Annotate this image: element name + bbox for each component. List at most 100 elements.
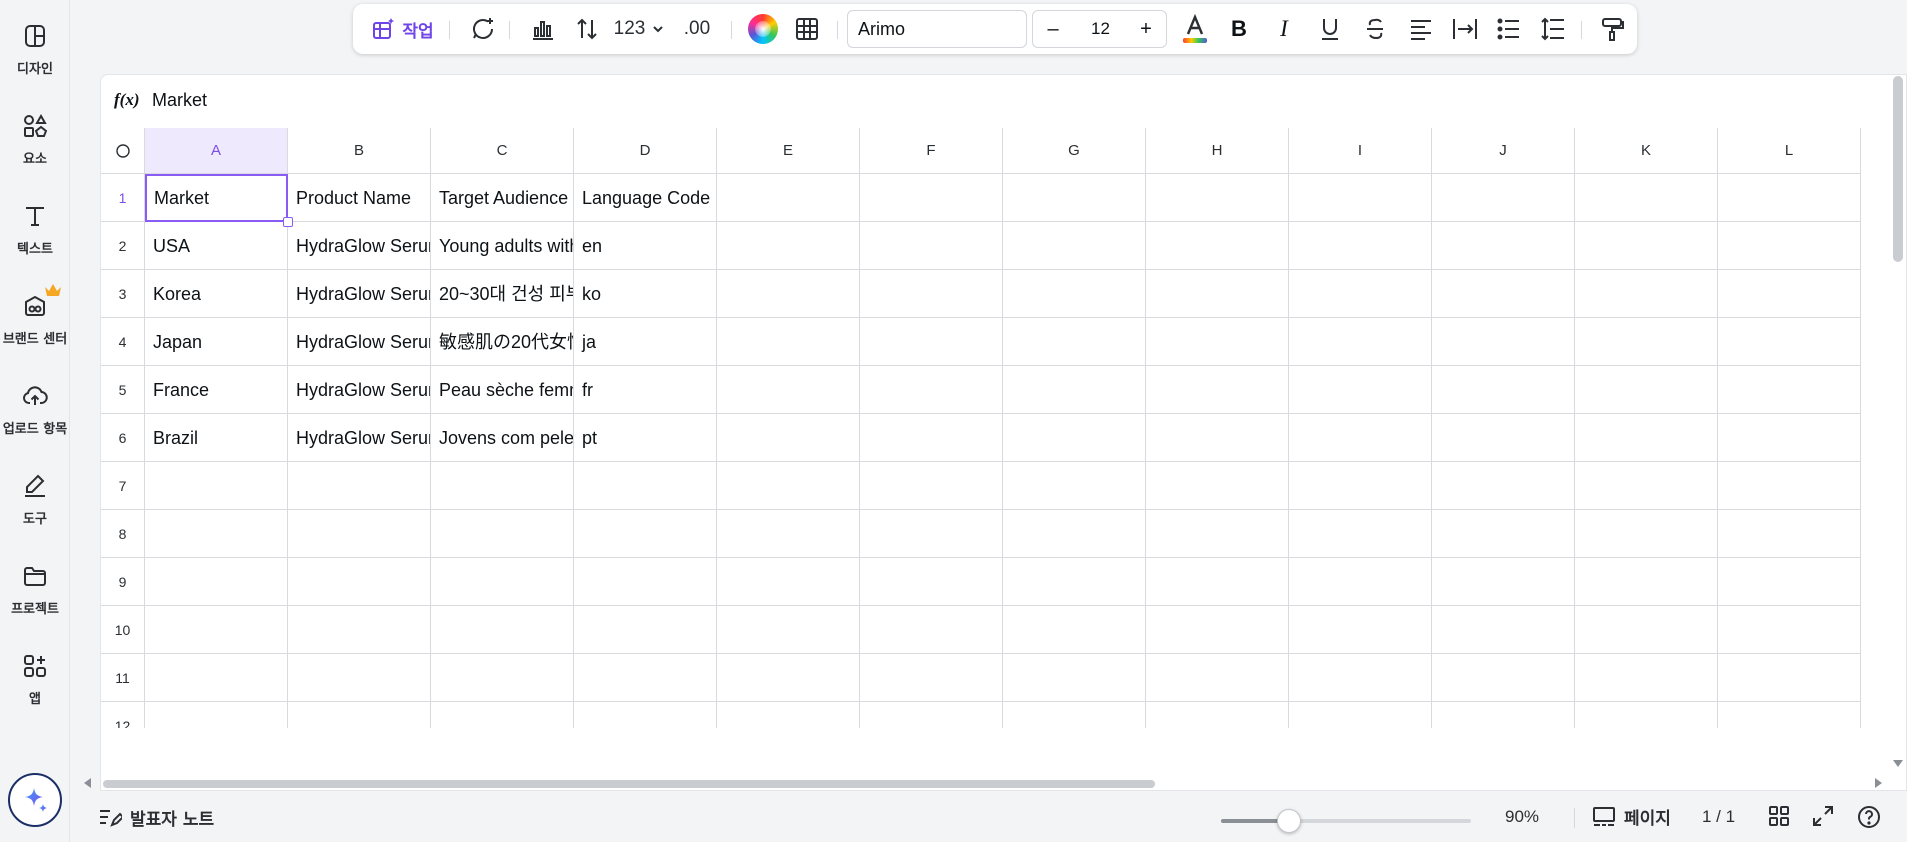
- fullscreen-icon[interactable]: [1812, 805, 1834, 827]
- cell-h8[interactable]: [1146, 510, 1289, 558]
- cell-c11[interactable]: [431, 654, 574, 702]
- cell-c4[interactable]: 敏感肌の20代女性: [431, 318, 574, 366]
- column-header-c[interactable]: C: [431, 128, 574, 174]
- column-header-h[interactable]: H: [1146, 128, 1289, 174]
- cell-l2[interactable]: [1718, 222, 1861, 270]
- cell-l1[interactable]: [1718, 174, 1861, 222]
- cell-d6[interactable]: pt: [574, 414, 717, 462]
- row-header-2[interactable]: 2: [101, 222, 145, 270]
- cell-j9[interactable]: [1432, 558, 1575, 606]
- cell-a12[interactable]: [145, 702, 288, 728]
- grid-view-icon[interactable]: [1768, 805, 1790, 827]
- cell-a6[interactable]: Brazil: [145, 414, 288, 462]
- cell-a9[interactable]: [145, 558, 288, 606]
- increase-font-size-button[interactable]: +: [1126, 11, 1166, 47]
- sidebar-item-draw[interactable]: 도구: [0, 450, 70, 530]
- cell-d10[interactable]: [574, 606, 717, 654]
- cell-j6[interactable]: [1432, 414, 1575, 462]
- cell-l6[interactable]: [1718, 414, 1861, 462]
- cell-h5[interactable]: [1146, 366, 1289, 414]
- cell-j1[interactable]: [1432, 174, 1575, 222]
- strikethrough-button[interactable]: [1355, 4, 1395, 54]
- cell-g12[interactable]: [1003, 702, 1146, 728]
- comment-button[interactable]: [463, 4, 503, 54]
- align-button[interactable]: [1401, 4, 1441, 54]
- cell-f4[interactable]: [860, 318, 1003, 366]
- format-painter-button[interactable]: [1593, 4, 1633, 54]
- row-header-11[interactable]: 11: [101, 654, 145, 702]
- cell-i7[interactable]: [1289, 462, 1432, 510]
- cell-k10[interactable]: [1575, 606, 1718, 654]
- cell-b10[interactable]: [288, 606, 431, 654]
- cell-a5[interactable]: France: [145, 366, 288, 414]
- cell-i12[interactable]: [1289, 702, 1432, 728]
- sort-button[interactable]: [567, 4, 607, 54]
- row-header-5[interactable]: 5: [101, 366, 145, 414]
- table-border-button[interactable]: [787, 4, 827, 54]
- cell-j7[interactable]: [1432, 462, 1575, 510]
- cell-g11[interactable]: [1003, 654, 1146, 702]
- cell-h6[interactable]: [1146, 414, 1289, 462]
- cell-c5[interactable]: Peau sèche femm: [431, 366, 574, 414]
- cell-i4[interactable]: [1289, 318, 1432, 366]
- cell-h11[interactable]: [1146, 654, 1289, 702]
- row-header-9[interactable]: 9: [101, 558, 145, 606]
- scroll-right-arrow-icon[interactable]: [1875, 778, 1882, 788]
- cell-l7[interactable]: [1718, 462, 1861, 510]
- cell-e3[interactable]: [717, 270, 860, 318]
- row-header-7[interactable]: 7: [101, 462, 145, 510]
- select-all-button[interactable]: [101, 128, 145, 174]
- cell-k3[interactable]: [1575, 270, 1718, 318]
- text-color-button[interactable]: [1175, 4, 1215, 54]
- cell-c12[interactable]: [431, 702, 574, 728]
- cell-g4[interactable]: [1003, 318, 1146, 366]
- cell-h3[interactable]: [1146, 270, 1289, 318]
- cell-h10[interactable]: [1146, 606, 1289, 654]
- column-header-l[interactable]: L: [1718, 128, 1861, 174]
- cell-d11[interactable]: [574, 654, 717, 702]
- row-header-8[interactable]: 8: [101, 510, 145, 558]
- cell-l3[interactable]: [1718, 270, 1861, 318]
- column-header-d[interactable]: D: [574, 128, 717, 174]
- cell-f3[interactable]: [860, 270, 1003, 318]
- cell-h9[interactable]: [1146, 558, 1289, 606]
- font-size-input[interactable]: 12: [1073, 11, 1128, 47]
- sidebar-item-uploads[interactable]: 업로드 항목: [0, 360, 70, 440]
- cell-j5[interactable]: [1432, 366, 1575, 414]
- help-icon[interactable]: [1857, 805, 1881, 829]
- cell-a7[interactable]: [145, 462, 288, 510]
- cell-i3[interactable]: [1289, 270, 1432, 318]
- cell-l12[interactable]: [1718, 702, 1861, 728]
- cell-c10[interactable]: [431, 606, 574, 654]
- cell-c9[interactable]: [431, 558, 574, 606]
- cell-g9[interactable]: [1003, 558, 1146, 606]
- cell-f2[interactable]: [860, 222, 1003, 270]
- cell-g8[interactable]: [1003, 510, 1146, 558]
- sidebar-item-design[interactable]: 디자인: [0, 0, 70, 80]
- cell-f8[interactable]: [860, 510, 1003, 558]
- cell-b6[interactable]: HydraGlow Serum: [288, 414, 431, 462]
- horizontal-scrollbar[interactable]: [103, 780, 1155, 788]
- presenter-notes-button[interactable]: 발표자 노트: [98, 805, 214, 830]
- formula-input[interactable]: Market: [152, 90, 207, 111]
- cell-j3[interactable]: [1432, 270, 1575, 318]
- cell-i6[interactable]: [1289, 414, 1432, 462]
- line-spacing-button[interactable]: [1533, 4, 1573, 54]
- zoom-slider-handle[interactable]: [1276, 809, 1301, 833]
- cell-c3[interactable]: 20~30대 건성 피부: [431, 270, 574, 318]
- sidebar-item-elements[interactable]: 요소: [0, 90, 70, 170]
- cell-j8[interactable]: [1432, 510, 1575, 558]
- underline-button[interactable]: [1310, 4, 1350, 54]
- zoom-level[interactable]: 90%: [1505, 807, 1539, 827]
- cell-d4[interactable]: ja: [574, 318, 717, 366]
- cell-f7[interactable]: [860, 462, 1003, 510]
- cell-j4[interactable]: [1432, 318, 1575, 366]
- cell-e7[interactable]: [717, 462, 860, 510]
- cell-resize-handle[interactable]: [283, 217, 293, 227]
- cell-d7[interactable]: [574, 462, 717, 510]
- cell-a11[interactable]: [145, 654, 288, 702]
- column-header-e[interactable]: E: [717, 128, 860, 174]
- cell-i11[interactable]: [1289, 654, 1432, 702]
- column-header-g[interactable]: G: [1003, 128, 1146, 174]
- cell-b9[interactable]: [288, 558, 431, 606]
